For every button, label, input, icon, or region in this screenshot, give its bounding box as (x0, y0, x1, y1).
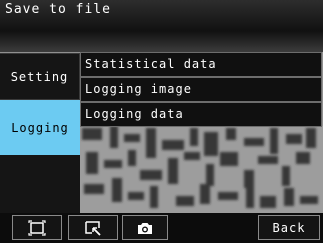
screen: Save to file Setting Logging Statistical… (0, 0, 323, 243)
menu-item-label: Setting (10, 69, 69, 84)
menu-item-logging[interactable]: Logging (0, 100, 80, 155)
menu-item-label: Logging (11, 120, 69, 135)
fit-screen-button[interactable] (12, 215, 62, 240)
window-title: Save to file (5, 2, 111, 17)
submenu-item-label: Logging data (85, 107, 184, 121)
title-bar: Save to file (0, 0, 323, 52)
submenu-item-label: Logging image (85, 82, 192, 96)
camera-icon (138, 222, 152, 234)
submenu-item-statistical-data[interactable]: Statistical data (80, 52, 322, 77)
zoom-area-icon (85, 220, 101, 236)
zoom-area-button[interactable] (68, 215, 118, 240)
submenu-item-logging-data[interactable]: Logging data (80, 102, 322, 127)
submenu-item-label: Statistical data (85, 57, 217, 71)
back-button[interactable]: Back (258, 215, 320, 240)
submenu-item-logging-image[interactable]: Logging image (80, 77, 322, 102)
menu-item-setting[interactable]: Setting (0, 53, 80, 100)
bottom-toolbar: Back (0, 213, 323, 243)
fit-screen-icon (28, 219, 46, 236)
capture-button[interactable] (122, 215, 168, 240)
back-button-label: Back (272, 220, 306, 235)
left-menu-panel (0, 155, 80, 213)
